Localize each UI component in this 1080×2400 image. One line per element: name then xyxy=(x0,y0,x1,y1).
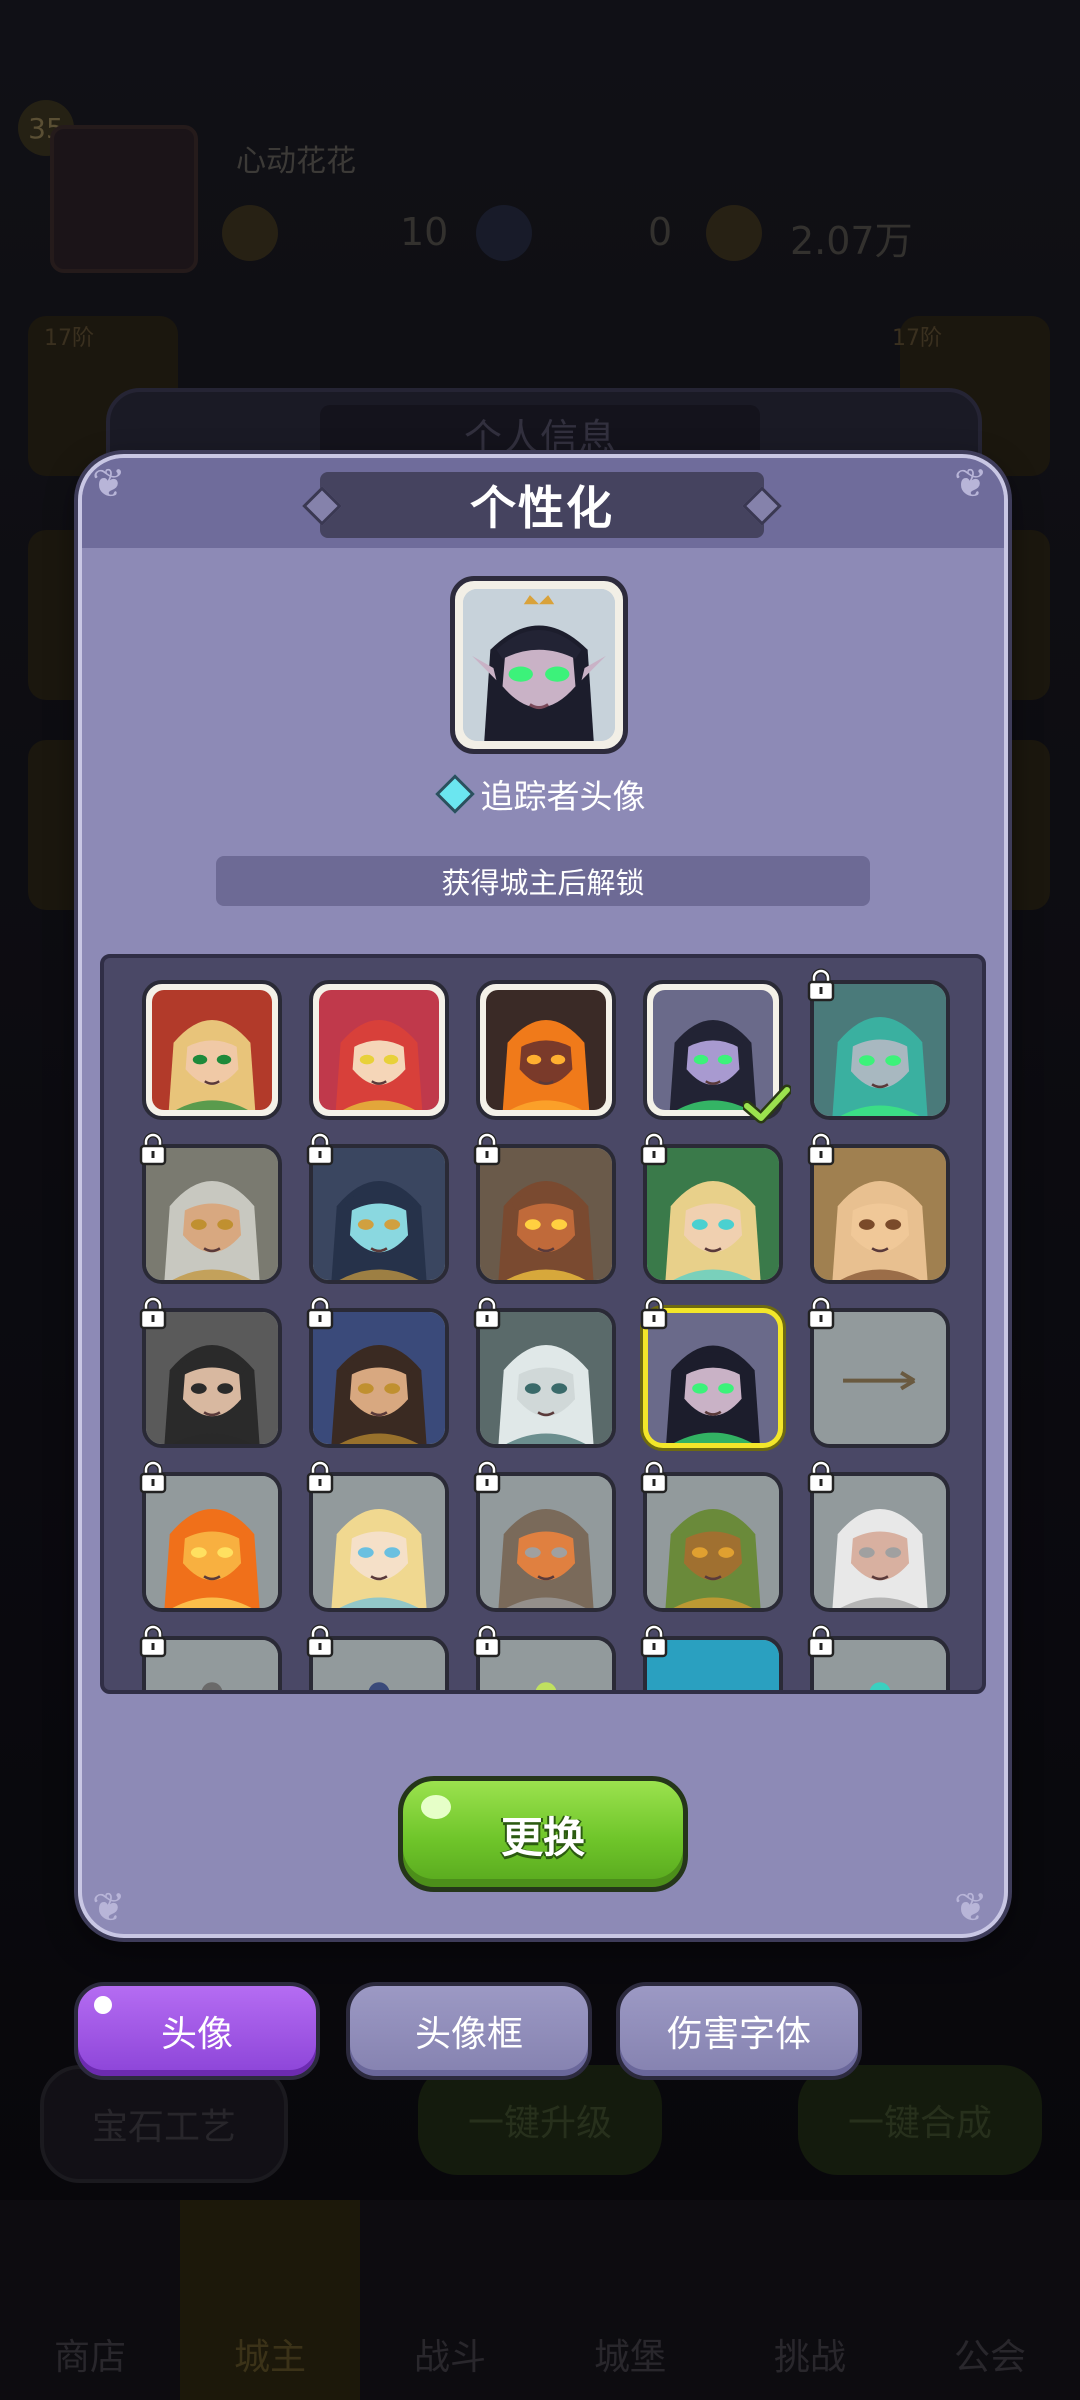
dark-rogue-portrait xyxy=(146,1312,278,1444)
fire-demon-portrait xyxy=(486,990,606,1110)
monk-portrait xyxy=(814,1148,946,1280)
lock-icon xyxy=(806,1460,836,1494)
equipped-check-icon xyxy=(741,1084,793,1124)
tracker-portrait xyxy=(648,1313,778,1443)
change-button[interactable]: 更换 xyxy=(398,1776,688,1892)
tab-highlight-dot xyxy=(94,1996,112,2014)
old-paladin-portrait xyxy=(146,1148,278,1280)
hammer-dwarf-portrait xyxy=(480,1476,612,1608)
lock-icon xyxy=(138,1624,168,1658)
corner-ornament-icon: ❦ xyxy=(92,1885,126,1931)
blonde-warrior-portrait xyxy=(152,990,272,1110)
lock-icon xyxy=(138,1296,168,1330)
fire-spirit-portrait xyxy=(146,1476,278,1608)
lock-icon xyxy=(472,1132,502,1166)
corner-ornament-icon: ❦ xyxy=(92,461,126,507)
skull-knight-portrait xyxy=(313,1148,445,1280)
treant-portrait xyxy=(647,1476,779,1608)
lock-icon xyxy=(806,1624,836,1658)
teal-elf-portrait xyxy=(814,984,946,1116)
tab-damage-font[interactable]: 伤害字体 xyxy=(616,1982,862,2080)
selected-avatar-label: 追踪者头像 xyxy=(82,770,1004,818)
tab-avatar-label: 头像 xyxy=(160,2014,233,2055)
tab-avatar[interactable]: 头像 xyxy=(74,1982,320,2080)
avatar-cell-fire-demon[interactable] xyxy=(476,980,616,1120)
blonde-priestess-portrait xyxy=(313,1476,445,1608)
change-button-label: 更换 xyxy=(500,1812,585,1862)
lock-icon xyxy=(806,968,836,1002)
button-shine xyxy=(421,1795,451,1819)
lock-icon xyxy=(639,1624,669,1658)
orc-portrait xyxy=(480,1148,612,1280)
dialog-title: 个性化 xyxy=(470,481,614,535)
personalization-dialog: ❦ ❦ ❦ ❦ 个性化 追踪者头像 获得城主后解锁 更换 xyxy=(78,454,1008,1938)
lock-icon xyxy=(639,1296,669,1330)
avatar-grid[interactable] xyxy=(100,954,986,1694)
lock-icon xyxy=(138,1460,168,1494)
avatar-cell-red-hair-queen[interactable] xyxy=(309,980,449,1120)
title-plate: 个性化 xyxy=(320,472,764,538)
corner-ornament-icon: ❦ xyxy=(954,461,988,507)
tab-damage-font-label: 伤害字体 xyxy=(666,2014,811,2055)
diamond-gem-icon xyxy=(434,774,475,814)
lock-icon xyxy=(806,1296,836,1330)
lock-icon xyxy=(806,1132,836,1166)
selected-avatar-preview xyxy=(450,576,628,754)
lock-icon xyxy=(639,1460,669,1494)
lock-icon xyxy=(472,1460,502,1494)
lock-icon xyxy=(305,1296,335,1330)
corner-ornament-icon: ❦ xyxy=(954,1885,988,1931)
unlock-hint: 获得城主后解锁 xyxy=(216,856,870,906)
lock-icon xyxy=(305,1132,335,1166)
lock-icon xyxy=(305,1624,335,1658)
red-hair-queen-portrait xyxy=(319,990,439,1110)
arrow-portrait xyxy=(814,1312,946,1444)
forest-elf-portrait xyxy=(647,1148,779,1280)
selected-avatar-name: 追踪者头像 xyxy=(480,777,646,816)
white-hair-knight-portrait xyxy=(480,1312,612,1444)
bearded-warrior-portrait xyxy=(313,1312,445,1444)
avatar-cell-blonde-warrior[interactable] xyxy=(142,980,282,1120)
lock-icon xyxy=(472,1624,502,1658)
tab-avatar-frame-label: 头像框 xyxy=(414,2014,523,2055)
lock-icon xyxy=(305,1460,335,1494)
tracker-portrait xyxy=(463,589,615,741)
old-sage-portrait xyxy=(814,1476,946,1608)
lock-icon xyxy=(639,1132,669,1166)
lock-icon xyxy=(472,1296,502,1330)
lock-icon xyxy=(138,1132,168,1166)
tab-avatar-frame[interactable]: 头像框 xyxy=(346,1982,592,2080)
